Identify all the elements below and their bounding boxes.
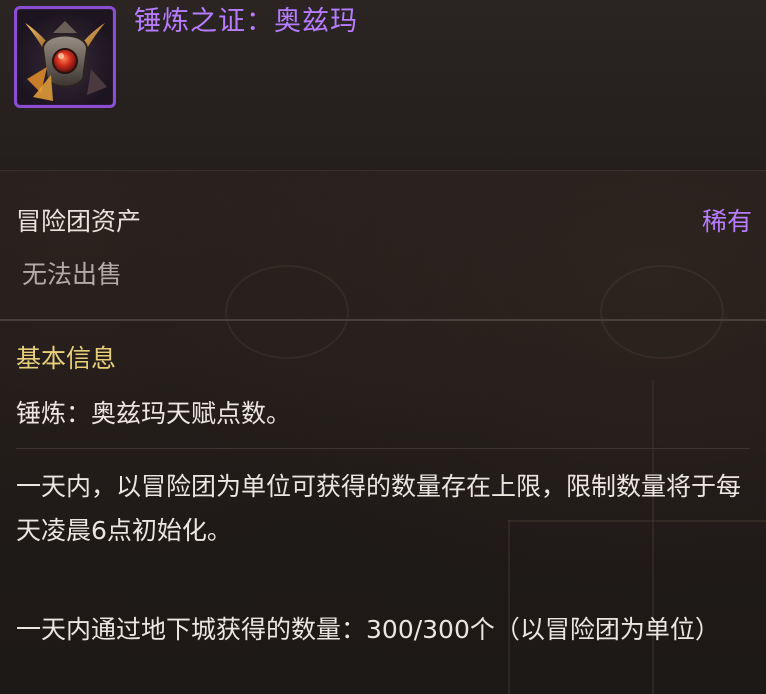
rarity-label: 稀有: [701, 207, 752, 236]
tooltip-header: 锤炼之证：奥兹玛: [0, 0, 766, 171]
category-row: 冒险团资产 稀有: [16, 203, 752, 243]
item-category: 冒险团资产: [16, 207, 142, 236]
background-emblem-right: [600, 265, 724, 359]
description-divider: [16, 448, 750, 449]
item-title: 锤炼之证：奥兹玛: [134, 6, 358, 37]
trade-status: 无法出售: [22, 260, 123, 289]
basic-info-heading: 基本信息: [16, 344, 117, 373]
item-tooltip: 锤炼之证：奥兹玛 冒险团资产 稀有 无法出售 基本信息 锤炼：奥兹玛天赋点数。 …: [0, 0, 766, 694]
section-divider: [0, 319, 766, 321]
background-emblem-left: [225, 265, 349, 359]
dungeon-limit-note: 一天内通过地下城获得的数量：300/300个（以冒险团为单位）: [16, 615, 720, 644]
ozma-crest-icon: [14, 6, 116, 108]
daily-limit-note: 一天内，以冒险团为单位可获得的数量存在上限，限制数量将于每天凌晨6点初始化。: [16, 472, 742, 545]
item-description: 锤炼：奥兹玛天赋点数。: [16, 399, 292, 428]
